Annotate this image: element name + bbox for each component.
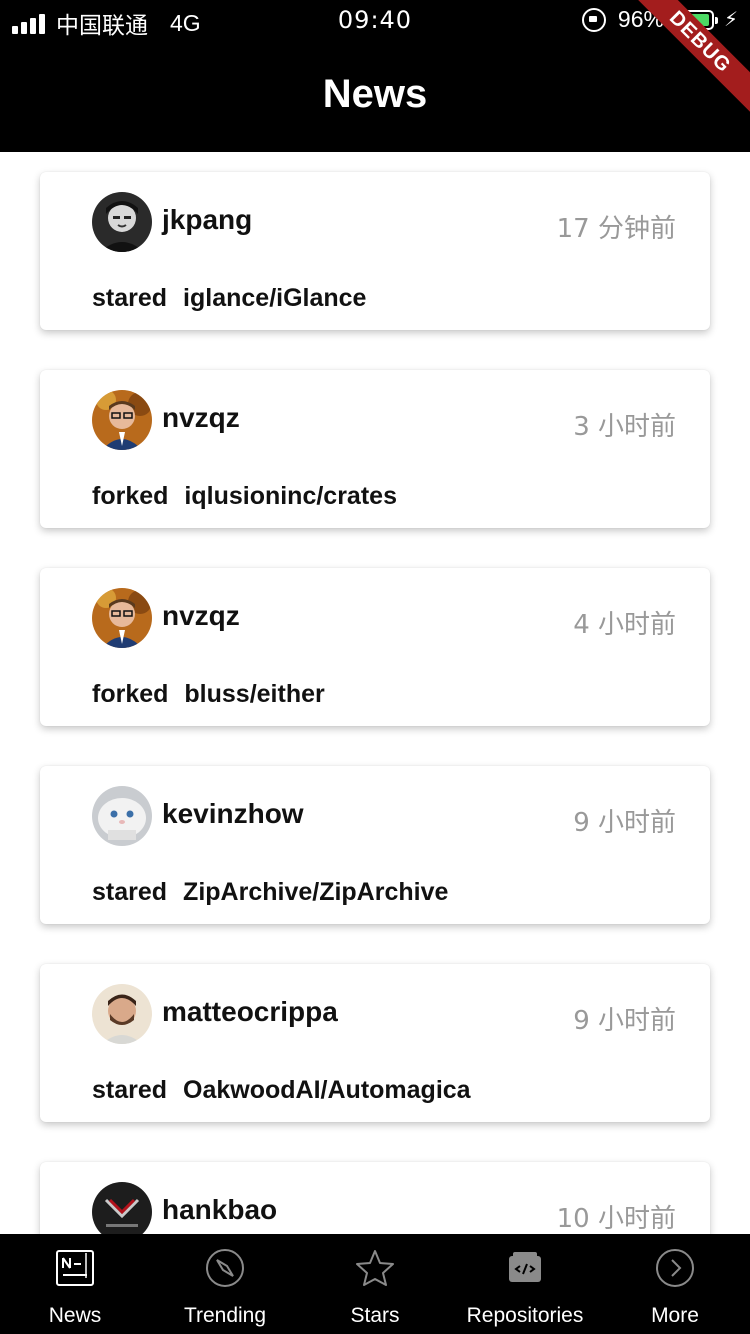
event-time: 10 小时前 [556, 1204, 676, 1234]
username[interactable]: nvzqz [162, 402, 240, 434]
repo-link[interactable]: iqlusioninc/crates [184, 482, 397, 510]
star-icon [356, 1250, 394, 1286]
page-title: News [322, 72, 428, 116]
news-card[interactable]: matteocrippa 9 小时前 stared OakwoodAI/Automag… [40, 964, 710, 1122]
tab-repositories-label: Repositories [466, 1304, 584, 1327]
tab-news-label: News [48, 1304, 102, 1327]
news-card[interactable]: nvzqz 3 小时前 forked iqlusioninc/crates [40, 370, 710, 528]
news-card[interactable]: jkpang 17 分钟前 stared iglance/iGlance [40, 172, 710, 330]
bottom-tab-bar: News Trending Stars Repositories More [0, 1234, 750, 1334]
news-card[interactable]: nvzqz 4 小时前 forked bluss/either [40, 568, 710, 726]
username[interactable]: kevinzhow [162, 798, 304, 830]
avatar[interactable] [92, 984, 152, 1044]
news-card[interactable]: hankbao 10 小时前 [40, 1162, 710, 1234]
event-time: 4 小时前 [573, 610, 676, 640]
repo-link[interactable]: bluss/either [184, 680, 324, 708]
chevron-right-circle-icon [656, 1249, 694, 1287]
rotation-lock-icon [581, 7, 606, 32]
event-action: stared iglance/iGlance [92, 284, 366, 313]
avatar[interactable] [92, 390, 152, 450]
username[interactable]: hankbao [162, 1194, 277, 1226]
tab-trending-label: Trending [183, 1304, 267, 1327]
tab-more-label: More [651, 1304, 699, 1327]
event-verb: stared [92, 284, 168, 312]
repository-icon [509, 1252, 541, 1282]
repo-link[interactable]: iglance/iGlance [183, 284, 366, 312]
tab-stars-label: Stars [350, 1304, 400, 1327]
event-verb: forked [92, 482, 169, 510]
event-action: stared OakwoodAI/Automagica [92, 1076, 471, 1105]
tab-news[interactable]: News [0, 1234, 150, 1334]
avatar[interactable] [92, 1182, 152, 1234]
event-verb: stared [92, 1076, 168, 1104]
avatar[interactable] [92, 786, 152, 846]
avatar[interactable] [92, 588, 152, 648]
status-bar: 中国联通 4G 09:40 96% ⚡ [0, 0, 750, 40]
tab-more[interactable]: More [600, 1234, 750, 1334]
charging-icon: ⚡ [723, 9, 738, 31]
username[interactable]: jkpang [162, 204, 252, 236]
news-icon [56, 1250, 94, 1286]
repo-link[interactable]: ZipArchive/ZipArchive [183, 878, 448, 906]
event-action: forked iqlusioninc/crates [92, 482, 397, 511]
event-time: 9 小时前 [573, 1006, 676, 1036]
username[interactable]: matteocrippa [162, 996, 338, 1028]
news-card[interactable]: kevinzhow 9 小时前 stared ZipArchive/ZipArchiv… [40, 766, 710, 924]
compass-icon [206, 1249, 244, 1287]
event-action: stared ZipArchive/ZipArchive [92, 878, 448, 907]
event-action: forked bluss/either [92, 680, 325, 709]
event-time: 9 小时前 [573, 808, 676, 838]
tab-repositories[interactable]: Repositories [450, 1234, 600, 1334]
app-screen: 中国联通 4G 09:40 96% ⚡ News DEBUG jkpang 17 … [0, 0, 750, 1334]
username[interactable]: nvzqz [162, 600, 240, 632]
tab-stars[interactable]: Stars [300, 1234, 450, 1334]
event-time: 3 小时前 [573, 412, 676, 442]
event-verb: forked [92, 680, 169, 708]
news-feed[interactable]: jkpang 17 分钟前 stared iglance/iGlance nvzqz 3 … [0, 152, 750, 1234]
tab-trending[interactable]: Trending [150, 1234, 300, 1334]
event-time: 17 分钟前 [556, 214, 676, 244]
app-header: News [0, 40, 750, 152]
avatar[interactable] [92, 192, 152, 252]
repo-link[interactable]: OakwoodAI/Automagica [183, 1076, 471, 1104]
event-verb: stared [92, 878, 168, 906]
